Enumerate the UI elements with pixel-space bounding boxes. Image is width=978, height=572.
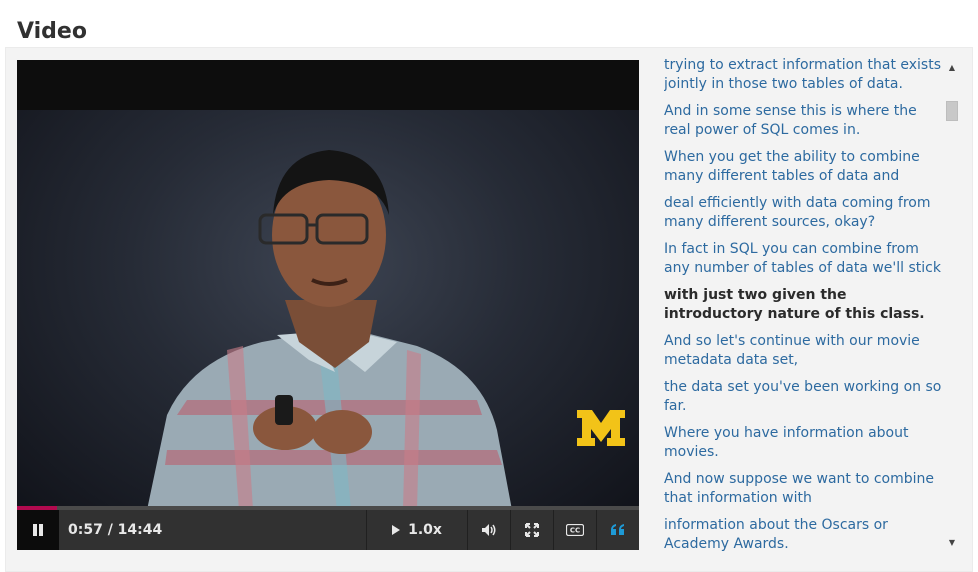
lecturer-image	[147, 150, 512, 510]
video-frame[interactable]	[17, 110, 639, 510]
speed-label: 1.0x	[408, 522, 442, 538]
video-player[interactable]: 0:57 / 14:44 1.0x CC	[17, 60, 639, 550]
transcript-scrollbar[interactable]: ▲ ▼	[945, 56, 959, 550]
svg-text:CC: CC	[570, 527, 580, 535]
captions-button[interactable]: CC	[553, 510, 596, 550]
transcript-line[interactable]: information about the Oscars or Academy …	[664, 516, 944, 554]
transcript-line[interactable]: trying to extract information that exist…	[664, 56, 944, 94]
volume-icon	[482, 524, 496, 536]
fullscreen-button[interactable]	[510, 510, 553, 550]
pause-icon	[33, 524, 43, 536]
page-title: Video	[17, 19, 87, 44]
transcript-line[interactable]: In fact in SQL you can combine from any …	[664, 240, 944, 278]
transcript-toggle-button[interactable]	[596, 510, 639, 550]
transcript-line[interactable]: And so let's continue with our movie met…	[664, 332, 944, 370]
transcript-line[interactable]: with just two given the introductory nat…	[664, 286, 944, 324]
control-bar: 0:57 / 14:44 1.0x CC	[17, 510, 639, 550]
speed-button[interactable]: 1.0x	[366, 510, 467, 550]
pause-button[interactable]	[17, 510, 59, 550]
transcript-line[interactable]: And now suppose we want to combine that …	[664, 470, 944, 508]
cc-icon: CC	[566, 524, 584, 536]
volume-button[interactable]	[467, 510, 510, 550]
university-logo	[577, 410, 625, 446]
transcript-line[interactable]: Where you have information about movies.	[664, 424, 944, 462]
fullscreen-icon	[525, 523, 539, 537]
transcript-line[interactable]: When you get the ability to combine many…	[664, 148, 944, 186]
transcript-line[interactable]: deal efficiently with data coming from m…	[664, 194, 944, 232]
transcript-line[interactable]: the data set you've been working on so f…	[664, 378, 944, 416]
transcript-line[interactable]: And in some sense this is where the real…	[664, 102, 944, 140]
time-display: 0:57 / 14:44	[68, 522, 163, 538]
play-triangle-icon	[392, 525, 401, 535]
scrollbar-thumb[interactable]	[946, 101, 958, 121]
scroll-up-arrow[interactable]: ▲	[945, 61, 959, 75]
quote-icon	[611, 524, 624, 535]
transcript-panel[interactable]: trying to extract information that exist…	[664, 56, 944, 556]
scroll-down-arrow[interactable]: ▼	[945, 536, 959, 550]
